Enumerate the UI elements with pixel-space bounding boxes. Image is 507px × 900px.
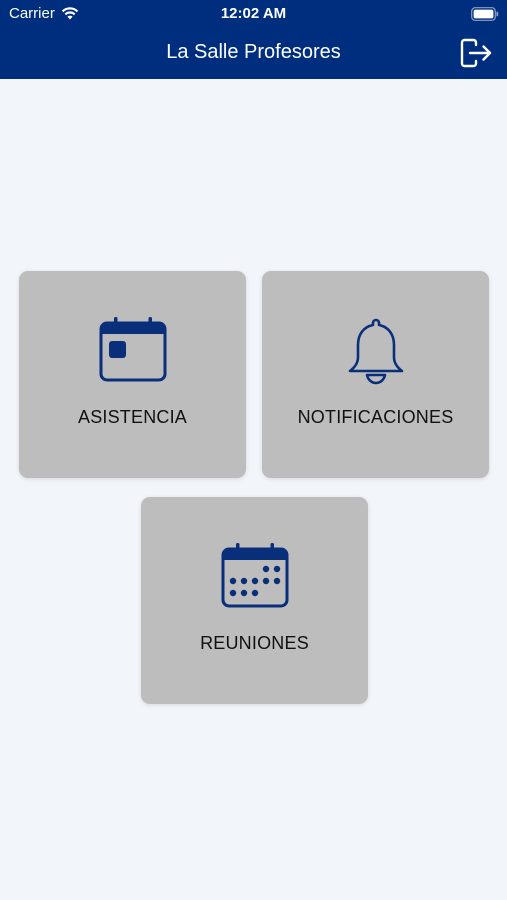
battery-icon	[471, 7, 499, 21]
asistencia-label: ASISTENCIA	[77, 407, 188, 427]
status-bar: Carrier 12:02 AM	[0, 0, 507, 28]
clock: 12:02 AM	[220, 5, 287, 22]
logout-button[interactable]	[458, 37, 494, 69]
calendar-icon	[99, 317, 166, 382]
notificaciones-label: NOTIFICACIONES	[297, 407, 454, 427]
bell-icon	[348, 318, 403, 385]
page-title: La Salle Profesores	[166, 41, 341, 63]
app-header: Carrier 12:02 AM La Salle Profesores	[0, 0, 507, 79]
notificaciones-tile[interactable]: NOTIFICACIONES	[262, 271, 489, 478]
reuniones-tile[interactable]: REUNIONES	[141, 497, 368, 704]
asistencia-tile[interactable]: ASISTENCIA	[19, 271, 246, 478]
reuniones-label: REUNIONES	[200, 633, 309, 653]
logout-icon[interactable]	[458, 37, 494, 69]
calendar-dots-icon	[221, 543, 288, 608]
